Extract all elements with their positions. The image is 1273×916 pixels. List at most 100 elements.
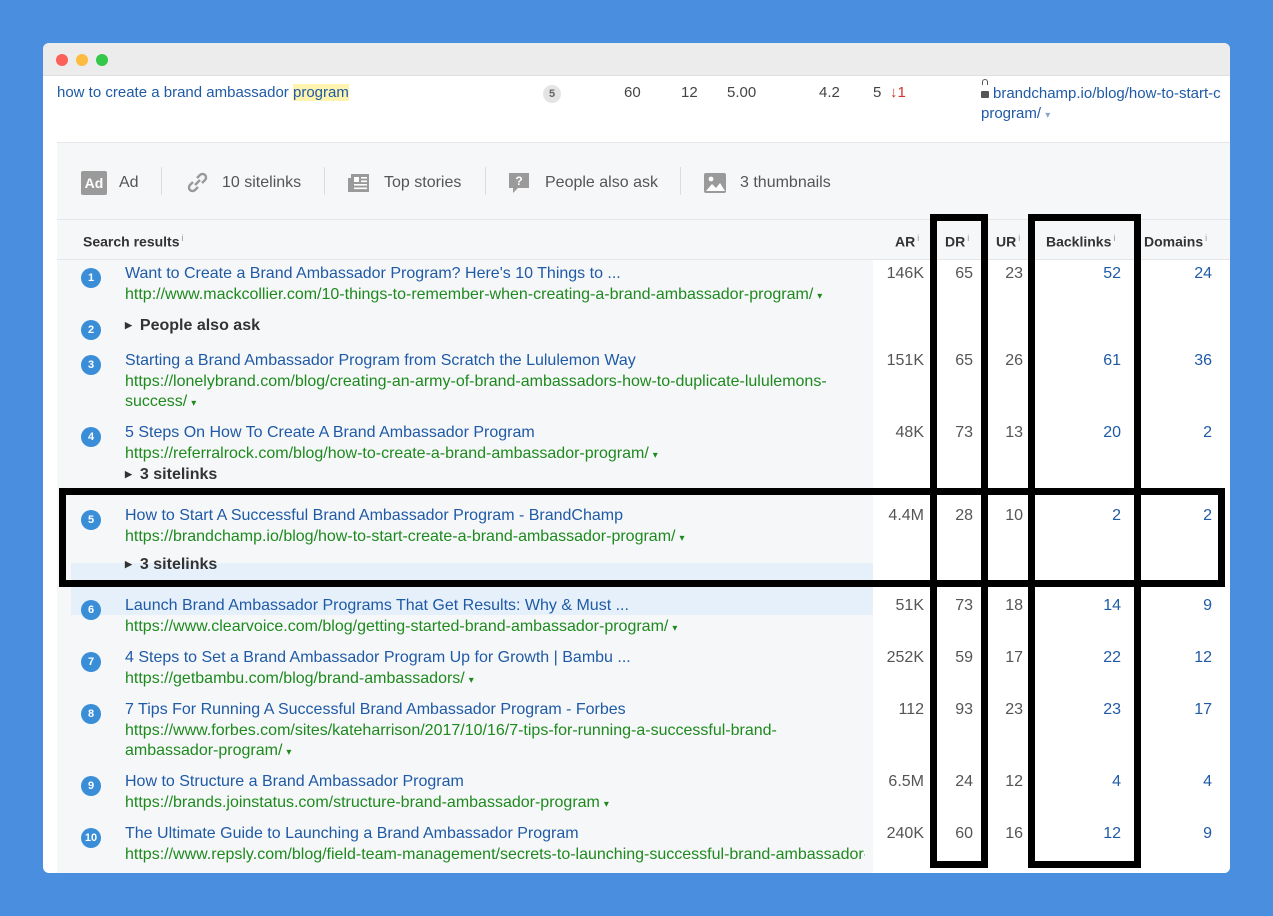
domains-value[interactable]: 17: [1152, 701, 1212, 719]
keyword-link[interactable]: how to create a brand ambassador program: [57, 84, 349, 101]
minimize-window-button[interactable]: [76, 54, 88, 66]
result-url-link[interactable]: https://www.repsly.com/blog/field-team-m…: [125, 845, 865, 865]
info-icon[interactable]: i: [182, 233, 184, 243]
keyword-url-line2: program/: [981, 105, 1042, 122]
feature-sitelinks[interactable]: 10 sitelinks: [184, 171, 301, 195]
domains-value[interactable]: 12: [1152, 649, 1212, 667]
domains-value[interactable]: 2: [1152, 424, 1212, 442]
result-title-link[interactable]: How to Structure a Brand Ambassador Prog…: [125, 773, 464, 791]
dropdown-icon[interactable]: ▾: [191, 398, 196, 409]
column-label: UR: [996, 233, 1017, 250]
result-title-link[interactable]: 4 Steps to Set a Brand Ambassador Progra…: [125, 649, 631, 667]
result-url-text: https://brands.joinstatus.com/structure-…: [125, 794, 600, 811]
lock-icon: [981, 91, 989, 98]
result-url-text: https://referralrock.com/blog/how-to-cre…: [125, 445, 649, 462]
result-title-link[interactable]: Launch Brand Ambassador Programs That Ge…: [125, 597, 629, 615]
rank-badge: 3: [81, 355, 101, 375]
result-url-text: https://getbambu.com/blog/brand-ambassad…: [125, 670, 465, 687]
info-icon[interactable]: i: [917, 233, 919, 243]
result-url-text: https://www.clearvoice.com/blog/getting-…: [125, 618, 669, 635]
keyword-url-line1: brandchamp.io/blog/how-to-start-c: [993, 85, 1221, 102]
feature-ad[interactable]: Ad Ad: [81, 171, 139, 195]
question-icon: ?: [507, 171, 533, 195]
keyword-badge: 5: [543, 85, 561, 103]
divider: [485, 167, 486, 195]
feature-thumbnails[interactable]: 3 thumbnails: [702, 171, 831, 195]
info-icon[interactable]: i: [1018, 233, 1020, 243]
feature-label: Top stories: [384, 174, 462, 191]
rank-badge: 10: [81, 828, 101, 848]
divider: [680, 167, 681, 195]
feature-top-stories[interactable]: Top stories: [346, 171, 461, 195]
rank-badge: 6: [81, 600, 101, 620]
feature-label: Ad: [119, 174, 139, 191]
link-icon: [184, 171, 210, 195]
result-title-link[interactable]: Want to Create a Brand Ambassador Progra…: [125, 265, 621, 283]
keyword-value-1: 60: [624, 84, 641, 101]
keyword-position: 5: [873, 84, 882, 101]
keyword-row: how to create a brand ambassador program…: [43, 76, 1230, 142]
position-change: ↓1: [890, 84, 906, 101]
keyword-highlight: program: [292, 84, 349, 101]
dropdown-icon[interactable]: ▾: [817, 291, 822, 302]
domains-value[interactable]: 9: [1152, 597, 1212, 615]
keyword-url-link[interactable]: brandchamp.io/blog/how-to-start-c progra…: [981, 84, 1230, 126]
result-url-link[interactable]: https://brands.joinstatus.com/structure-…: [125, 793, 865, 815]
result-url-text: https://www.repsly.com/blog/field-team-m…: [125, 846, 865, 863]
ur-header[interactable]: UR i: [996, 233, 1020, 250]
domains-header[interactable]: Domains i: [1144, 233, 1207, 250]
keyword-value-3: 5.00: [727, 84, 757, 101]
maximize-window-button[interactable]: [96, 54, 108, 66]
feature-people-also-ask[interactable]: ? People also ask: [507, 171, 658, 195]
result-title-link[interactable]: 7 Tips For Running A Successful Brand Am…: [125, 701, 626, 719]
result-url-link[interactable]: https://www.clearvoice.com/blog/getting-…: [125, 617, 865, 639]
rank-badge: 2: [81, 320, 101, 340]
result-title-link[interactable]: Starting a Brand Ambassador Program from…: [125, 352, 636, 370]
feature-label: People also ask: [545, 174, 658, 191]
title-bar: [43, 43, 1230, 76]
result-url-text: https://lonelybrand.com/blog/creating-an…: [125, 373, 827, 410]
dropdown-icon[interactable]: ▾: [672, 623, 677, 634]
rank-badge: 7: [81, 652, 101, 672]
result-5-highlight-box: [59, 488, 1225, 587]
ar-header[interactable]: AR i: [895, 233, 919, 250]
result-url-text: https://www.forbes.com/sites/kateharriso…: [125, 722, 777, 759]
result-title-link[interactable]: 5 Steps On How To Create A Brand Ambassa…: [125, 424, 535, 442]
divider: [324, 167, 325, 195]
dropdown-icon[interactable]: ▾: [286, 747, 291, 758]
dropdown-icon[interactable]: ▾: [469, 675, 474, 686]
domains-value[interactable]: 36: [1152, 352, 1212, 370]
result-url-link[interactable]: https://getbambu.com/blog/brand-ambassad…: [125, 669, 865, 691]
rank-badge: 9: [81, 776, 101, 796]
domains-value[interactable]: 24: [1152, 265, 1212, 283]
result-url-text: http://www.mackcollier.com/10-things-to-…: [125, 286, 814, 303]
feature-label: 3 thumbnails: [740, 174, 831, 191]
dropdown-icon[interactable]: ▾: [604, 799, 609, 810]
search-results-header: Search results i: [83, 233, 184, 250]
toggle-label: People also ask: [139, 317, 260, 334]
column-label: AR: [895, 233, 916, 250]
keyword-text: how to create a brand ambassador: [57, 84, 293, 101]
rank-badge: 4: [81, 427, 101, 447]
dropdown-icon[interactable]: ▾: [653, 450, 658, 461]
domains-value[interactable]: 4: [1152, 773, 1212, 791]
result-title-link[interactable]: The Ultimate Guide to Launching a Brand …: [125, 825, 579, 843]
toggle-label: 3 sitelinks: [139, 466, 218, 483]
close-window-button[interactable]: [56, 54, 68, 66]
feature-label: 10 sitelinks: [222, 174, 302, 191]
sitelinks-toggle[interactable]: ▶ 3 sitelinks: [125, 466, 217, 484]
domains-value[interactable]: 9: [1152, 825, 1212, 843]
keyword-value-4: 4.2: [819, 84, 840, 101]
info-icon[interactable]: i: [1205, 233, 1207, 243]
column-label: Domains: [1144, 233, 1204, 250]
result-url-link[interactable]: https://referralrock.com/blog/how-to-cre…: [125, 444, 865, 466]
result-url-link[interactable]: https://www.forbes.com/sites/kateharriso…: [125, 721, 865, 763]
ad-icon: Ad: [81, 171, 107, 195]
serp-features-bar: Ad Ad 10 sitelinks Top stories ? People …: [57, 143, 1230, 220]
people-also-ask-toggle[interactable]: ▶ People also ask: [125, 317, 260, 335]
result-url-link[interactable]: https://lonelybrand.com/blog/creating-an…: [125, 372, 865, 414]
column-label: Search results: [83, 233, 180, 250]
expand-icon: ▶: [125, 320, 132, 330]
result-url-link[interactable]: http://www.mackcollier.com/10-things-to-…: [125, 285, 865, 307]
url-dropdown-icon[interactable]: ▾: [1045, 110, 1050, 121]
